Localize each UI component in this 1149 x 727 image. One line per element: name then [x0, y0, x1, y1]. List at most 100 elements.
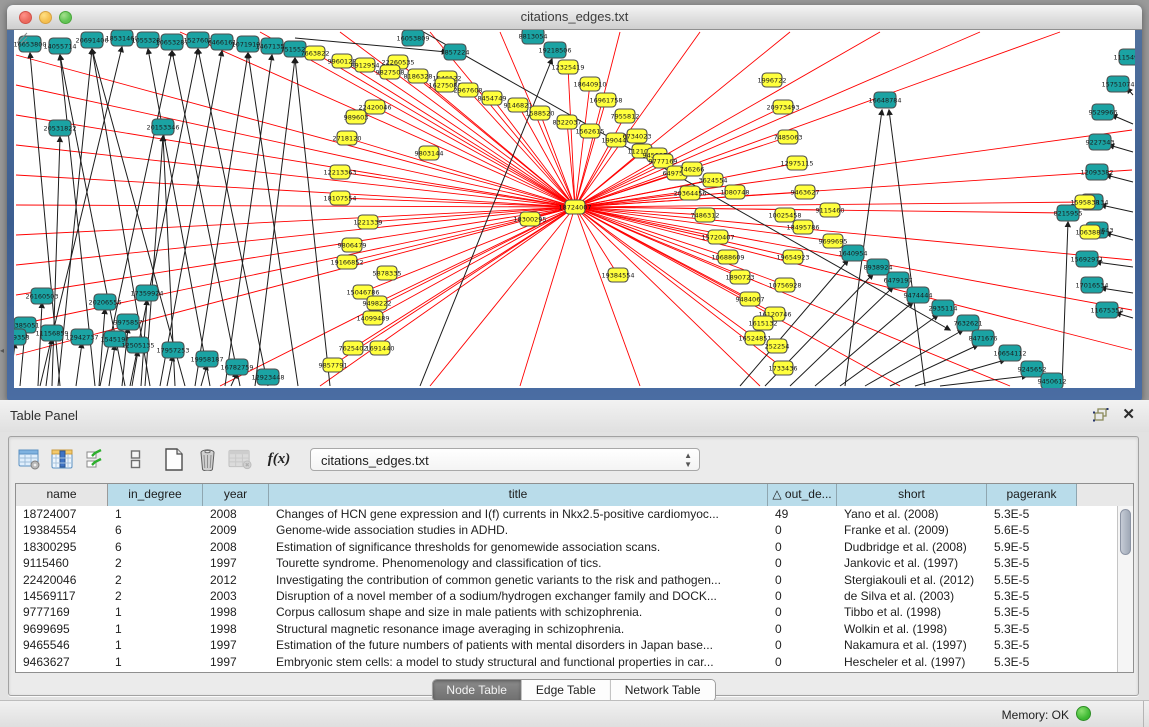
graph-node[interactable]: 1080748: [721, 185, 750, 199]
table-cell[interactable]: 18724007: [16, 506, 108, 522]
graph-node[interactable]: 14055714: [43, 38, 76, 54]
red-edge[interactable]: [575, 100, 606, 207]
graph-node[interactable]: 10756928: [768, 278, 801, 292]
table-cell[interactable]: 5.3E-5: [987, 604, 1077, 620]
black-edge[interactable]: [255, 58, 295, 386]
column-header-out_de[interactable]: △ out_de...: [768, 484, 837, 506]
black-edge[interactable]: [915, 360, 1005, 386]
graph-node[interactable]: 6479197: [884, 272, 913, 288]
graph-node[interactable]: 10688609: [711, 250, 744, 264]
red-edge[interactable]: [180, 32, 575, 207]
graph-node[interactable]: 9806479: [338, 238, 367, 252]
graph-node[interactable]: 15692971: [1070, 251, 1103, 267]
table-cell[interactable]: Hescheler et al. (1997): [837, 654, 987, 670]
table-cell[interactable]: Estimation of the future numbers of pati…: [269, 637, 768, 653]
graph-node[interactable]: 7485063: [774, 130, 803, 144]
graph-node[interactable]: 15751074: [1101, 76, 1134, 92]
tab-network-table[interactable]: Network Table: [611, 680, 715, 701]
float-panel-icon[interactable]: [1093, 408, 1109, 422]
column-header-pagerank[interactable]: pagerank: [987, 484, 1077, 506]
graph-node[interactable]: 1691440: [366, 341, 395, 355]
red-edge[interactable]: [16, 205, 575, 207]
graph-node[interactable]: 9450612: [1038, 373, 1067, 388]
delete-column-icon[interactable]: [195, 447, 219, 471]
table-row[interactable]: 946362711997Embryonic stem cells: a mode…: [16, 654, 1117, 670]
red-edge[interactable]: [16, 115, 575, 207]
table-cell[interactable]: 1997: [203, 654, 269, 670]
table-cell[interactable]: 2008: [203, 506, 269, 522]
column-header-title[interactable]: title: [269, 484, 768, 506]
black-edge[interactable]: [132, 351, 138, 386]
black-edge[interactable]: [940, 376, 1027, 386]
graph-node[interactable]: 9484067: [736, 292, 765, 306]
table-cell[interactable]: 2: [108, 555, 203, 571]
graph-node[interactable]: 1733436: [769, 361, 798, 375]
graph-node[interactable]: 8471676: [969, 330, 998, 346]
table-settings-icon[interactable]: [17, 447, 41, 471]
black-edge[interactable]: [172, 51, 240, 386]
table-cell[interactable]: 2009: [203, 522, 269, 538]
show-columns-icon[interactable]: [50, 447, 74, 471]
graph-node[interactable]: 1615132: [749, 316, 778, 330]
graph-node[interactable]: 1890723: [726, 270, 755, 284]
table-cell[interactable]: 5.3E-5: [987, 654, 1077, 670]
black-edge[interactable]: [38, 303, 42, 386]
graph-node[interactable]: 12213363: [323, 165, 356, 179]
graph-node[interactable]: 1996722: [758, 73, 787, 87]
graph-node[interactable]: 19384554: [601, 268, 634, 282]
table-cell[interactable]: 0: [768, 588, 837, 604]
table-cell[interactable]: Estimation of significance thresholds fo…: [269, 539, 768, 555]
table-cell[interactable]: 2: [108, 588, 203, 604]
graph-node[interactable]: 14099489: [356, 311, 389, 325]
tab-node-table[interactable]: Node Table: [432, 680, 522, 701]
table-cell[interactable]: 2012: [203, 572, 269, 588]
graph-node[interactable]: 1640954: [839, 245, 868, 261]
column-header-short[interactable]: short: [837, 484, 987, 506]
table-cell[interactable]: 1998: [203, 621, 269, 637]
graph-node[interactable]: 19166852: [330, 255, 363, 269]
graph-node[interactable]: 1562615: [576, 124, 605, 138]
graph-node[interactable]: 9463627: [791, 185, 820, 199]
graph-node[interactable]: 1221339: [354, 215, 383, 229]
function-builder-icon[interactable]: f(x): [267, 447, 291, 471]
table-cell[interactable]: Dudbridge et al. (2008): [837, 539, 987, 555]
graph-node[interactable]: 26160503: [25, 288, 58, 304]
black-edge[interactable]: [225, 55, 272, 386]
red-edge[interactable]: [575, 207, 1132, 350]
graph-node[interactable]: 9498222: [363, 296, 392, 310]
select-all-icon[interactable]: [83, 447, 107, 471]
table-cell[interactable]: 0: [768, 621, 837, 637]
table-cell[interactable]: 5.6E-5: [987, 522, 1077, 538]
graph-node[interactable]: 16782759: [220, 359, 253, 375]
table-cell[interactable]: 5.9E-5: [987, 539, 1077, 555]
graph-node[interactable]: 746266: [680, 162, 705, 176]
table-cell[interactable]: 0: [768, 654, 837, 670]
graph-node[interactable]: 9115460: [816, 203, 845, 217]
graph-node[interactable]: 9227343: [1086, 134, 1115, 150]
black-edge[interactable]: [130, 49, 198, 386]
graph-node[interactable]: 989603: [344, 110, 369, 124]
table-cell[interactable]: 9777169: [16, 604, 108, 620]
table-row[interactable]: 1938455462009Genome-wide association stu…: [16, 522, 1117, 538]
table-cell[interactable]: Jankovic et al. (1997): [837, 555, 987, 571]
table-cell[interactable]: 9463627: [16, 654, 108, 670]
graph-node[interactable]: 7857224: [441, 44, 470, 60]
graph-node[interactable]: 7486312: [691, 208, 720, 222]
black-edge[interactable]: [1112, 115, 1133, 124]
graph-node[interactable]: 252254: [765, 339, 790, 353]
red-edge[interactable]: [575, 207, 1010, 386]
red-edge[interactable]: [16, 207, 575, 355]
table-cell[interactable]: Changes of HCN gene expression and I(f) …: [269, 506, 768, 522]
red-edge[interactable]: [347, 138, 575, 207]
table-cell[interactable]: 2: [108, 572, 203, 588]
graph-node[interactable]: 7955812: [611, 109, 640, 123]
window-titlebar[interactable]: citations_edges.txt: [7, 5, 1142, 30]
table-row[interactable]: 911546021997Tourette syndrome. Phenomeno…: [16, 555, 1117, 571]
red-edge[interactable]: [430, 207, 575, 386]
black-edge[interactable]: [248, 53, 298, 386]
table-cell[interactable]: Tibbo et al. (1998): [837, 604, 987, 620]
table-cell[interactable]: 1: [108, 654, 203, 670]
graph-node[interactable]: 9529966: [1089, 104, 1118, 120]
table-cell[interactable]: 2008: [203, 539, 269, 555]
graph-node[interactable]: 1588520: [526, 106, 555, 120]
